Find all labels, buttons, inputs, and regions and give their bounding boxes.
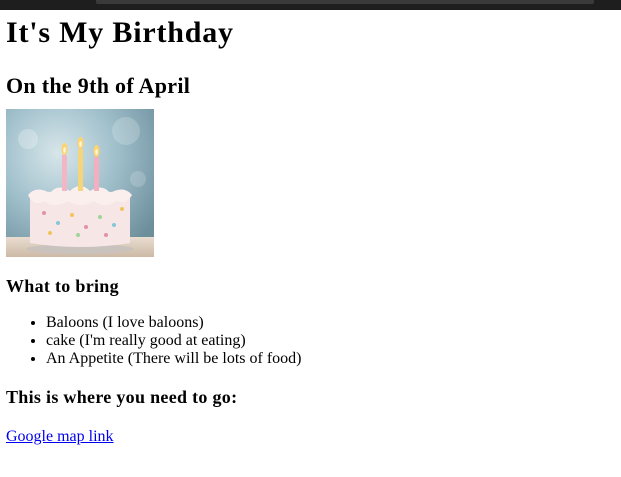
browser-top-bar <box>0 0 621 10</box>
event-date-heading: On the 9th of April <box>6 72 191 98</box>
what-to-bring-heading: What to bring <box>6 276 119 296</box>
cake-illustration <box>6 109 154 257</box>
list-item: cake (I'm really good at eating) <box>46 332 606 350</box>
bring-list: Baloons (I love baloons) cake (I'm reall… <box>6 314 606 368</box>
list-item: An Appetite (There will be lots of food) <box>46 350 606 368</box>
google-map-link[interactable]: Google map link <box>6 428 114 446</box>
birthday-cake-image <box>6 109 154 257</box>
list-item: Baloons (I love baloons) <box>46 314 606 332</box>
address-bar[interactable] <box>96 0 594 4</box>
page-content: It's My Birthday On the 9th of April Wha… <box>6 14 606 446</box>
location-heading: This is where you need to go: <box>6 387 238 408</box>
page-title: It's My Birthday <box>6 16 234 49</box>
